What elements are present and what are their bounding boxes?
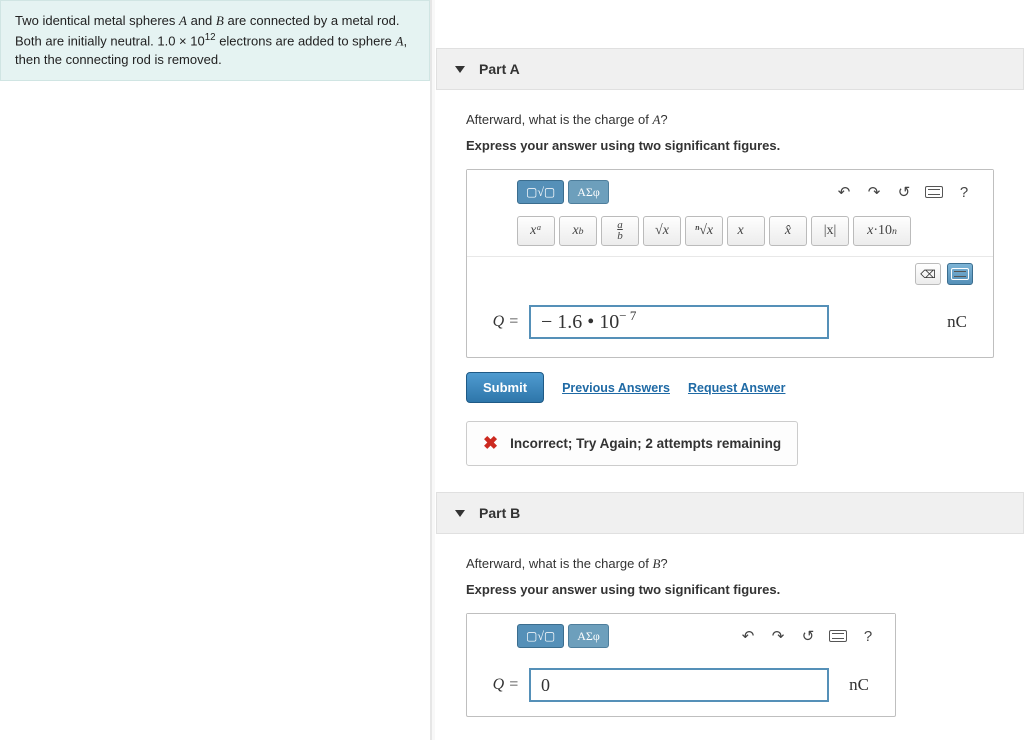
part-a-body: Afterward, what is the charge of A? Expr… — [436, 90, 1024, 466]
fraction-button[interactable]: ab — [601, 216, 639, 246]
text: electrons are added to sphere — [216, 33, 396, 48]
power-button[interactable]: xᵃ — [517, 216, 555, 246]
answer-label-b: Q = — [475, 676, 519, 694]
sqrt-button[interactable]: √x — [643, 216, 681, 246]
var-A: A — [179, 13, 187, 28]
editor-toolbar-aux: ⌫ — [467, 257, 993, 291]
nthroot-button[interactable]: ⁿ√x — [685, 216, 723, 246]
previous-answers-link[interactable]: Previous Answers — [562, 381, 670, 395]
help-icon[interactable]: ? — [855, 625, 881, 647]
abs-button[interactable]: |x| — [811, 216, 849, 246]
editor-toolbar-math: xᵃ xb ab √x ⁿ√x x⃗ x̂ |x| x·10n — [467, 212, 993, 257]
editor-toolbar-b: ▢√▢ ΑΣφ ↶ ↷ ↺ ? — [467, 614, 895, 658]
vector-button[interactable]: x⃗ — [727, 216, 765, 246]
answer-row-a: Q = − 1.6 • 10− 7 nC — [467, 291, 993, 357]
answer-row-b: Q = 0 nC — [467, 658, 895, 716]
incorrect-icon: ✖ — [483, 433, 498, 454]
undo-icon[interactable]: ↶ — [735, 625, 761, 647]
part-b-prompt: Afterward, what is the charge of B? — [466, 556, 994, 572]
answer-exp: − 7 — [619, 308, 636, 324]
reset-icon[interactable]: ↺ — [795, 625, 821, 647]
feedback-box: ✖ Incorrect; Try Again; 2 attempts remai… — [466, 421, 798, 466]
text: Two identical metal spheres — [15, 13, 179, 28]
answer-input-a[interactable]: − 1.6 • 10− 7 — [529, 305, 829, 339]
text: and — [187, 13, 216, 28]
request-answer-link[interactable]: Request Answer — [688, 381, 785, 395]
problem-pane: Two identical metal spheres A and B are … — [0, 0, 430, 740]
keyboard-mini-button[interactable] — [947, 263, 973, 285]
answer-label-a: Q = — [475, 313, 519, 331]
chevron-down-icon — [455, 66, 465, 73]
templates-button[interactable]: ▢√▢ — [517, 180, 564, 204]
editor-toolbar-main: ▢√▢ ΑΣφ ↶ ↷ ↺ ? — [467, 170, 993, 212]
chevron-down-icon — [455, 510, 465, 517]
text: Afterward, what is the charge of — [466, 556, 652, 571]
backspace-button[interactable]: ⌫ — [915, 263, 941, 285]
answer-unit-a: nC — [947, 312, 973, 332]
undo-icon[interactable]: ↶ — [831, 181, 857, 203]
answer-pane: Part A Afterward, what is the charge of … — [436, 0, 1024, 740]
greek-button[interactable]: ΑΣφ — [568, 624, 609, 648]
help-icon[interactable]: ? — [951, 181, 977, 203]
part-b-title: Part B — [479, 505, 520, 521]
value: 1.0 × 10 — [157, 33, 204, 48]
greek-button[interactable]: ΑΣφ — [568, 180, 609, 204]
text: ? — [660, 556, 667, 571]
part-b-instruction: Express your answer using two significan… — [466, 582, 994, 597]
part-b-header[interactable]: Part B — [436, 492, 1024, 534]
exponent: 12 — [205, 32, 216, 43]
keyboard-icon[interactable] — [921, 181, 947, 203]
redo-icon[interactable]: ↷ — [765, 625, 791, 647]
submit-button[interactable]: Submit — [466, 372, 544, 403]
action-row-a: Submit Previous Answers Request Answer — [466, 358, 994, 403]
var-B: B — [216, 13, 224, 28]
subscript-button[interactable]: xb — [559, 216, 597, 246]
answer-main: − 1.6 • 10 — [541, 311, 619, 334]
keyboard-icon[interactable] — [825, 625, 851, 647]
part-b-body: Afterward, what is the charge of B? Expr… — [436, 534, 1024, 717]
scientific-button[interactable]: x·10n — [853, 216, 911, 246]
reset-icon[interactable]: ↺ — [891, 181, 917, 203]
hat-button[interactable]: x̂ — [769, 216, 807, 246]
part-a-header[interactable]: Part A — [436, 48, 1024, 90]
answer-input-b[interactable]: 0 — [529, 668, 829, 702]
answer-unit-b: nC — [849, 675, 875, 695]
feedback-text: Incorrect; Try Again; 2 attempts remaini… — [510, 436, 781, 451]
redo-icon[interactable]: ↷ — [861, 181, 887, 203]
text: Afterward, what is the charge of — [466, 112, 652, 127]
part-a-title: Part A — [479, 61, 520, 77]
equation-editor-b: ▢√▢ ΑΣφ ↶ ↷ ↺ ? Q = 0 nC — [466, 613, 896, 717]
templates-button[interactable]: ▢√▢ — [517, 624, 564, 648]
text: ? — [660, 112, 667, 127]
answer-value-b: 0 — [541, 675, 550, 696]
equation-editor-a: ▢√▢ ΑΣφ ↶ ↷ ↺ ? xᵃ xb ab √x ⁿ√x x⃗ x̂ |x… — [466, 169, 994, 358]
problem-statement: Two identical metal spheres A and B are … — [0, 0, 430, 81]
part-a-prompt: Afterward, what is the charge of A? — [466, 112, 994, 128]
part-a-instruction: Express your answer using two significan… — [466, 138, 994, 153]
